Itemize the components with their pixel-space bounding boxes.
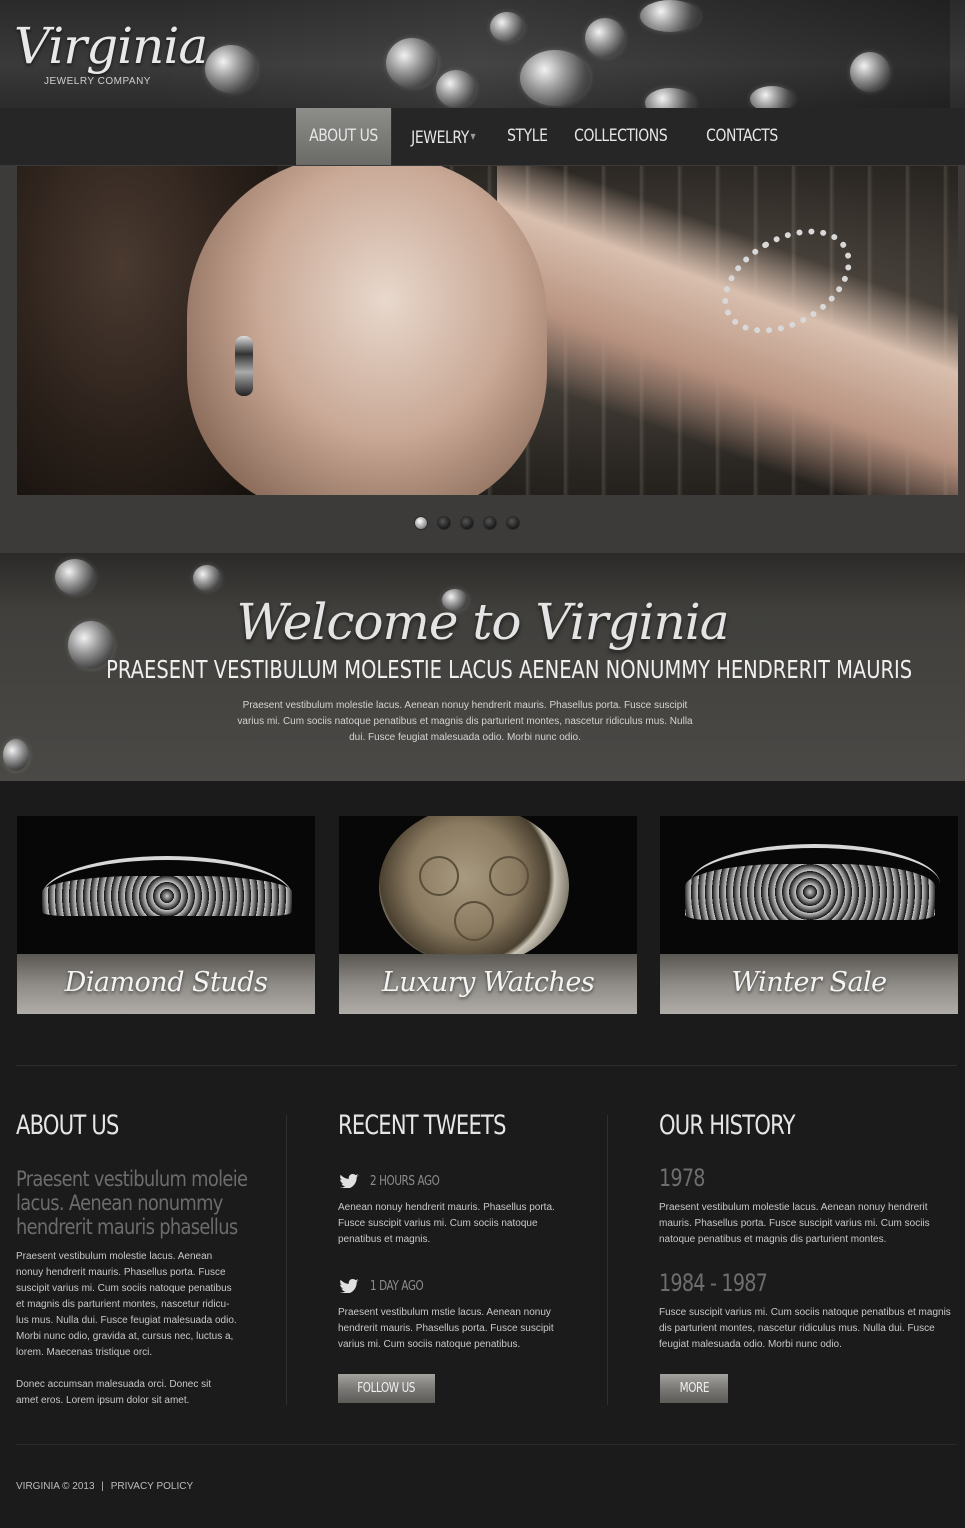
tweet-2-header: 1 DAY AGO [338,1277,437,1295]
hero-slide-image [17,166,958,495]
tweet-1-text: Aenean nonuy hendrerit mauris. Phasellus… [338,1202,555,1245]
column-separator [607,1115,608,1405]
main-nav: ABOUT US JEWELRY ▼ STYLE COLLECTIONS CONT… [0,108,965,165]
diamond-decoration [640,0,700,32]
welcome-subtitle: PRAESENT VESTIBULUM MOLESTIE LACUS AENEA… [106,655,913,684]
watch-face [379,816,569,966]
more-label: MORE [679,1381,709,1396]
about-column: ABOUT US [16,1108,148,1144]
footer: VIRGINIA © 2013 | PRIVACY POLICY [16,1481,193,1492]
nav-item-about-us[interactable]: ABOUT US [296,108,391,165]
tweet-time: 1 DAY AGO [370,1279,424,1294]
tweets-column: RECENT TWEETS [338,1108,553,1144]
privacy-policy-link[interactable]: PRIVACY POLICY [111,1481,193,1492]
diamond-decoration [55,559,95,595]
footer-copyright: VIRGINIA © 2013 [16,1481,95,1492]
welcome-text: Praesent vestibulum molestie lacus. Aene… [237,700,693,743]
history-text-2: Fusce suscipit varius mi. Cum sociis nat… [659,1307,951,1350]
tweet-time: 2 HOURS AGO [370,1174,440,1189]
footer-divider [16,1444,957,1445]
follow-us-button[interactable]: FOLLOW US [338,1374,435,1403]
feature-caption: Luxury Watches [339,954,637,1014]
tiara-jewels [42,876,292,916]
diamond-decoration [205,45,257,93]
watch-image [339,816,637,966]
slider-dot-1[interactable] [414,516,428,530]
slider-dot-4[interactable] [483,516,497,530]
history-column: OUR HISTORY [659,1108,833,1144]
history-title: OUR HISTORY [659,1110,796,1141]
header: Virginia JEWELRY COMPANY [0,0,965,108]
earring-decoration [235,336,253,396]
slider-dot-5[interactable] [506,516,520,530]
tiara-jewels [685,864,935,920]
about-lead-line: hendrerit mauris phasellus [16,1215,238,1239]
about-lead-line: lacus. Aenean nonummy [16,1191,223,1215]
diamond-decoration [490,12,524,42]
column-separator [286,1115,287,1405]
history-year: 1984 - 1987 [659,1269,768,1297]
welcome-title: Welcome to Virginia [236,593,729,651]
feature-box-winter-sale[interactable]: Winter Sale [660,816,958,1014]
diamond-decoration [520,50,590,106]
diamond-decoration [193,565,221,591]
logo[interactable]: Virginia JEWELRY COMPANY [14,17,208,87]
twitter-bird-icon [339,1173,359,1188]
chevron-down-icon: ▼ [470,132,475,141]
tiara-image [17,816,315,954]
watch-subdial [489,856,529,896]
diamond-decoration [750,86,794,108]
history-year-1: 1978 [659,1164,716,1192]
feature-caption: Winter Sale [660,954,958,1014]
nav-item-collections[interactable]: COLLECTIONS [561,108,680,165]
nav-item-jewelry-label: JEWELRY [410,128,469,148]
nav-item-contacts[interactable]: CONTACTS [693,108,791,165]
diamond-decoration [436,70,476,108]
about-title: ABOUT US [16,1110,119,1141]
welcome-section: Welcome to Virginia PRAESENT VESTIBULUM … [0,553,965,781]
nav-item-style[interactable]: STYLE [494,108,561,165]
history-year: 1978 [659,1164,705,1192]
history-text-1: Praesent vestibulum molestie lacus. Aene… [659,1202,930,1245]
logo-tagline: JEWELRY COMPANY [44,76,151,87]
history-year-2: 1984 - 1987 [659,1269,794,1297]
slider-dot-3[interactable] [460,516,474,530]
tiara-image [660,816,958,954]
diamond-decoration [850,52,890,92]
follow-us-label: FOLLOW US [357,1381,416,1396]
slider-pagination [414,516,520,530]
section-divider [16,1065,957,1066]
slide-model-face [187,166,547,495]
about-lead-line: Praesent vestibulum moleie [16,1167,248,1191]
tweets-title: RECENT TWEETS [338,1110,506,1141]
feature-box-luxury-watches[interactable]: Luxury Watches [339,816,637,1014]
logo-title: Virginia [14,17,208,75]
watch-subdial [419,856,459,896]
nav-item-jewelry[interactable]: JEWELRY ▼ [398,108,488,165]
diamond-decoration [585,18,625,58]
about-paragraph-2: Donec accumsan malesuada orci. Donec sit… [16,1379,212,1406]
diamond-decoration [3,739,29,771]
twitter-bird-icon [339,1278,359,1293]
watch-subdial [454,901,494,941]
slider-dot-2[interactable] [437,516,451,530]
feature-caption: Diamond Studs [17,954,315,1014]
footer-separator: | [101,1481,104,1492]
feature-box-diamond-studs[interactable]: Diamond Studs [17,816,315,1014]
tweet-2-text: Praesent vestibulum mstie lacus. Aenean … [338,1307,554,1350]
tweet-1-header: 2 HOURS AGO [338,1172,457,1190]
more-button[interactable]: MORE [660,1374,728,1403]
diamond-decoration [386,38,438,88]
slide-arm [497,166,958,495]
about-paragraph-1: Praesent vestibulum molestie lacus. Aene… [16,1251,237,1358]
about-lead: Praesent vestibulum moleie lacus. Aenean… [16,1167,256,1239]
